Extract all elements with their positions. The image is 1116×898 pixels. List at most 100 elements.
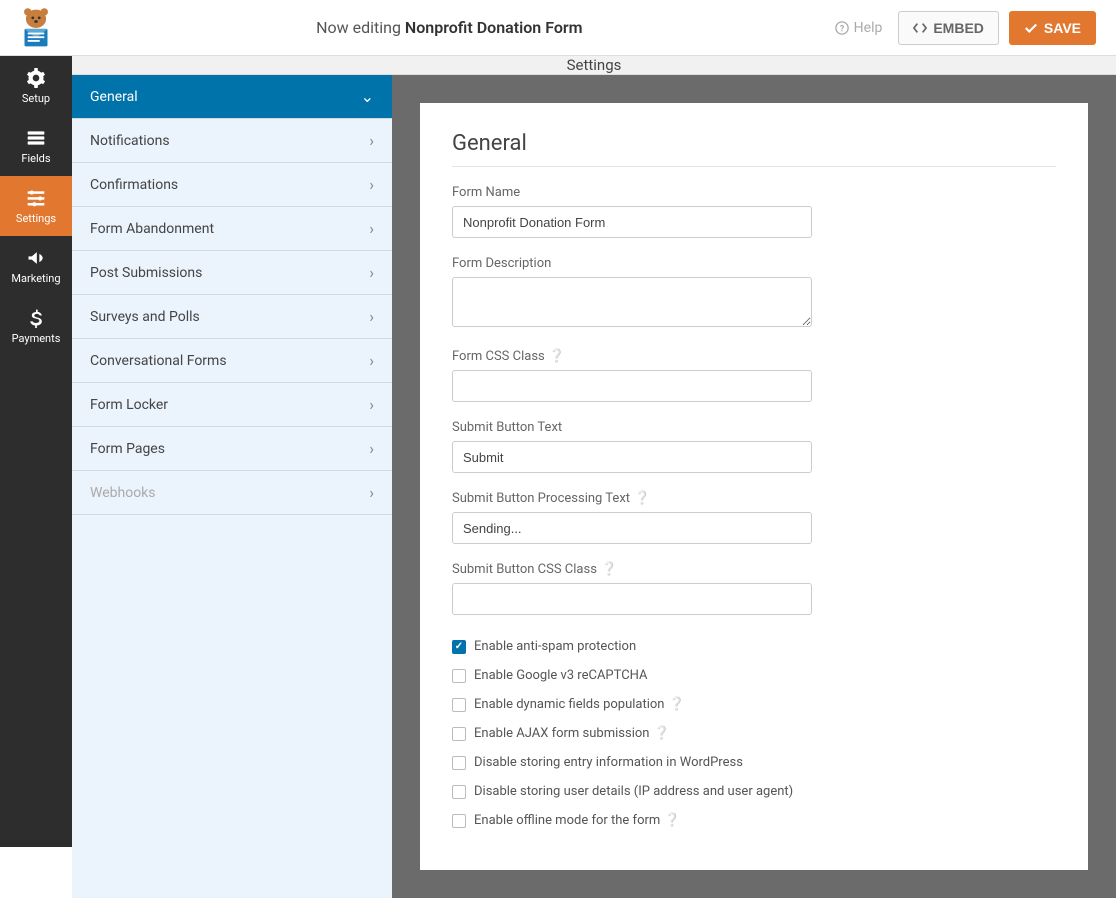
recaptcha-group: Enable Google v3 reCAPTCHA: [452, 668, 1056, 683]
disable-entry-checkbox[interactable]: [452, 756, 466, 770]
settings-item-form-locker[interactable]: Form Locker ›: [72, 383, 392, 427]
code-icon: [913, 21, 927, 35]
form-description-label: Form Description: [452, 256, 1056, 271]
main: Setup Fields Settings Marketing Payments…: [0, 56, 1116, 847]
settings-item-label: General: [90, 89, 138, 105]
chevron-right-icon: ›: [369, 351, 374, 370]
embed-button[interactable]: EMBED: [898, 11, 999, 45]
offline-mode-label[interactable]: Enable offline mode for the form❔: [474, 813, 680, 828]
settings-item-label: Post Submissions: [90, 265, 202, 281]
form-css-class-group: Form CSS Class❔: [452, 349, 1056, 402]
sidebar-item-fields[interactable]: Fields: [0, 116, 72, 176]
disable-entry-group: Disable storing entry information in Wor…: [452, 755, 1056, 770]
content-row: General ⌄ Notifications › Confirmations …: [72, 75, 1116, 898]
help-icon: ?: [835, 21, 849, 35]
disable-user-details-checkbox[interactable]: [452, 785, 466, 799]
settings-item-confirmations[interactable]: Confirmations ›: [72, 163, 392, 207]
sliders-icon: [26, 188, 46, 208]
save-button[interactable]: SAVE: [1009, 11, 1096, 45]
recaptcha-label[interactable]: Enable Google v3 reCAPTCHA: [474, 668, 648, 683]
settings-item-label: Notifications: [90, 133, 170, 149]
submit-button-text-input[interactable]: [452, 441, 812, 473]
settings-item-post-submissions[interactable]: Post Submissions ›: [72, 251, 392, 295]
settings-item-label: Conversational Forms: [90, 353, 227, 369]
settings-sidebar: General ⌄ Notifications › Confirmations …: [72, 75, 392, 898]
now-editing-label: Now editing: [316, 18, 401, 37]
chevron-right-icon: ›: [369, 395, 374, 414]
disable-user-details-label[interactable]: Disable storing user details (IP address…: [474, 784, 793, 799]
antispam-checkbox[interactable]: [452, 640, 466, 654]
chevron-right-icon: ›: [369, 307, 374, 326]
form-description-input[interactable]: [452, 277, 812, 327]
settings-item-label: Form Pages: [90, 441, 165, 457]
general-settings-panel: General Form Name Form Description Form …: [420, 103, 1088, 870]
form-css-class-input[interactable]: [452, 370, 812, 402]
help-icon[interactable]: ❔: [634, 491, 650, 506]
settings-item-form-abandonment[interactable]: Form Abandonment ›: [72, 207, 392, 251]
fields-label: Fields: [21, 152, 50, 165]
dynamic-fields-group: Enable dynamic fields population❔: [452, 697, 1056, 712]
sidebar-item-settings[interactable]: Settings: [0, 176, 72, 236]
form-description-group: Form Description: [452, 256, 1056, 331]
submit-button-css-class-group: Submit Button CSS Class❔: [452, 562, 1056, 615]
settings-item-surveys-polls[interactable]: Surveys and Polls ›: [72, 295, 392, 339]
sidebar-item-payments[interactable]: Payments: [0, 296, 72, 356]
chevron-right-icon: ›: [369, 131, 374, 150]
canvas: General Form Name Form Description Form …: [392, 75, 1116, 898]
settings-item-notifications[interactable]: Notifications ›: [72, 119, 392, 163]
help-icon[interactable]: ❔: [601, 562, 617, 577]
svg-text:?: ?: [839, 24, 844, 34]
help-link[interactable]: ? Help: [835, 20, 883, 36]
sidebar-item-setup[interactable]: Setup: [0, 56, 72, 116]
submit-button-processing-input[interactable]: [452, 512, 812, 544]
settings-header: Settings: [72, 56, 1116, 75]
submit-button-css-class-input[interactable]: [452, 583, 812, 615]
chevron-right-icon: ›: [369, 263, 374, 282]
form-name-group: Form Name: [452, 185, 1056, 238]
offline-mode-checkbox[interactable]: [452, 814, 466, 828]
megaphone-icon: [26, 248, 46, 268]
dynamic-fields-label[interactable]: Enable dynamic fields population❔: [474, 697, 685, 712]
sidebar-item-marketing[interactable]: Marketing: [0, 236, 72, 296]
form-name-input[interactable]: [452, 206, 812, 238]
help-icon[interactable]: ❔: [549, 349, 565, 364]
payments-label: Payments: [12, 332, 61, 345]
help-icon[interactable]: ❔: [653, 726, 669, 741]
settings-item-label: Surveys and Polls: [90, 309, 200, 325]
settings-item-label: Webhooks: [90, 485, 156, 501]
offline-mode-group: Enable offline mode for the form❔: [452, 813, 1056, 828]
dollar-icon: [26, 308, 46, 328]
save-label: SAVE: [1044, 20, 1081, 36]
help-icon[interactable]: ❔: [669, 697, 685, 712]
check-icon: [1024, 21, 1038, 35]
settings-label: Settings: [16, 212, 56, 225]
gear-icon: [26, 68, 46, 88]
logo: [8, 5, 64, 51]
settings-item-conversational-forms[interactable]: Conversational Forms ›: [72, 339, 392, 383]
chevron-down-icon: ⌄: [361, 87, 374, 106]
settings-item-general[interactable]: General ⌄: [72, 75, 392, 119]
settings-item-label: Confirmations: [90, 177, 178, 193]
help-icon[interactable]: ❔: [664, 813, 680, 828]
chevron-right-icon: ›: [369, 175, 374, 194]
icon-sidebar: Setup Fields Settings Marketing Payments: [0, 56, 72, 847]
settings-item-label: Form Locker: [90, 397, 168, 413]
form-name-label: Form Name: [452, 185, 1056, 200]
settings-item-label: Form Abandonment: [90, 221, 214, 237]
marketing-label: Marketing: [11, 272, 60, 285]
ajax-checkbox[interactable]: [452, 727, 466, 741]
right-area: Settings General ⌄ Notifications › Confi…: [72, 56, 1116, 847]
dynamic-fields-checkbox[interactable]: [452, 698, 466, 712]
settings-item-webhooks[interactable]: Webhooks ›: [72, 471, 392, 515]
submit-button-text-group: Submit Button Text: [452, 420, 1056, 473]
topbar-actions: ? Help EMBED SAVE: [835, 11, 1096, 45]
recaptcha-checkbox[interactable]: [452, 669, 466, 683]
form-css-class-label: Form CSS Class❔: [452, 349, 1056, 364]
settings-item-form-pages[interactable]: Form Pages ›: [72, 427, 392, 471]
embed-label: EMBED: [933, 20, 984, 36]
submit-button-text-label: Submit Button Text: [452, 420, 1056, 435]
disable-entry-label[interactable]: Disable storing entry information in Wor…: [474, 755, 743, 770]
form-name-title: Nonprofit Donation Form: [405, 18, 583, 37]
ajax-label[interactable]: Enable AJAX form submission❔: [474, 726, 670, 741]
antispam-label[interactable]: Enable anti-spam protection: [474, 639, 636, 654]
